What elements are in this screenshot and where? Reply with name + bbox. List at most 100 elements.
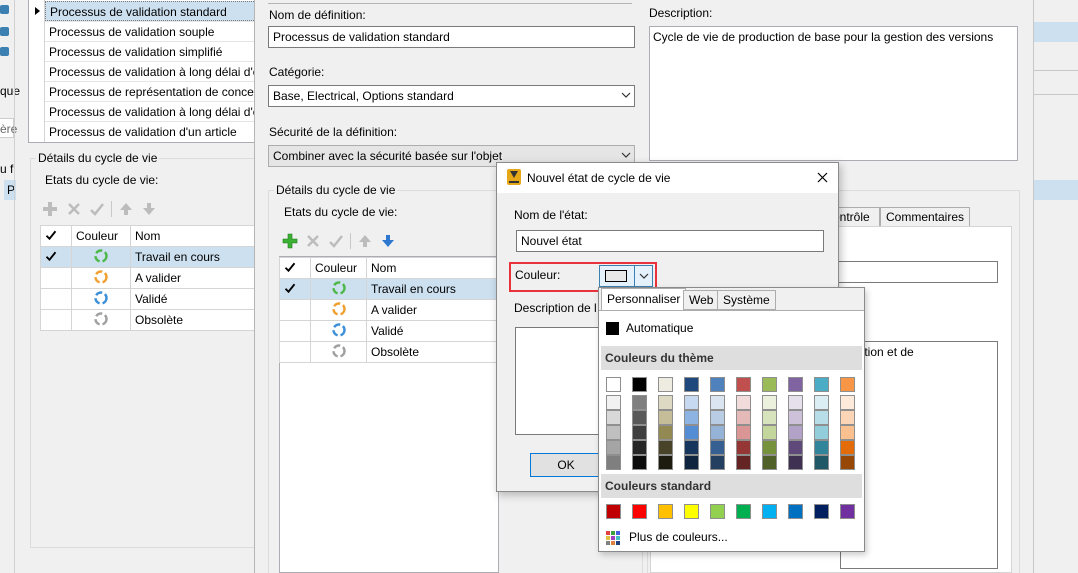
theme-shade-swatch[interactable]: [840, 425, 855, 440]
standard-color-swatch[interactable]: [606, 504, 621, 519]
standard-color-swatch[interactable]: [840, 504, 855, 519]
theme-shade-swatch[interactable]: [658, 440, 673, 455]
left-states-table[interactable]: Couleur Nom Travail en cours A valider V…: [40, 225, 256, 331]
check-icon[interactable]: [89, 201, 105, 217]
theme-shade-swatch[interactable]: [762, 410, 777, 425]
color-picker-combo[interactable]: [599, 265, 653, 287]
theme-shade-swatch[interactable]: [684, 455, 699, 470]
arrow-down-icon[interactable]: [380, 233, 396, 249]
category-combo[interactable]: Base, Electrical, Options standard: [268, 85, 635, 107]
table-row[interactable]: A valider: [40, 267, 256, 289]
theme-shade-swatch[interactable]: [632, 455, 647, 470]
theme-shade-swatch[interactable]: [606, 455, 621, 470]
table-row[interactable]: Obsolète: [279, 341, 499, 363]
standard-color-swatch[interactable]: [814, 504, 829, 519]
list-item[interactable]: Processus de représentation de concep: [45, 81, 260, 102]
theme-shade-swatch[interactable]: [736, 425, 751, 440]
list-item[interactable]: Processus de validation souple: [45, 21, 260, 42]
table-row[interactable]: Travail en cours: [279, 278, 499, 300]
center-states-table[interactable]: Couleur Nom Travail en cours A valider V…: [279, 257, 499, 363]
theme-shade-swatch[interactable]: [736, 410, 751, 425]
theme-shade-swatch[interactable]: [788, 425, 803, 440]
name-column-header[interactable]: Nom: [130, 225, 256, 247]
standard-color-swatch[interactable]: [788, 504, 803, 519]
plus-icon[interactable]: [282, 233, 298, 249]
theme-shade-swatch[interactable]: [684, 410, 699, 425]
color-column-header[interactable]: Couleur: [71, 225, 131, 247]
x-icon[interactable]: [305, 233, 321, 249]
standard-color-swatch[interactable]: [736, 504, 751, 519]
def-name-input[interactable]: Processus de validation standard: [268, 26, 635, 48]
theme-shade-swatch[interactable]: [840, 395, 855, 410]
state-description-textarea[interactable]: [515, 327, 605, 435]
theme-shade-swatch[interactable]: [788, 440, 803, 455]
table-row[interactable]: Validé: [279, 320, 499, 342]
state-name-input[interactable]: Nouvel état: [516, 230, 824, 252]
theme-color-swatch[interactable]: [710, 377, 725, 392]
theme-color-swatch[interactable]: [632, 377, 647, 392]
standard-color-swatch[interactable]: [762, 504, 777, 519]
right-input[interactable]: [830, 261, 998, 283]
theme-color-swatch[interactable]: [840, 377, 855, 392]
arrow-up-icon[interactable]: [118, 201, 134, 217]
definitions-list[interactable]: Processus de validation standard Process…: [28, 0, 260, 143]
table-row[interactable]: A valider: [279, 299, 499, 321]
theme-shade-swatch[interactable]: [762, 440, 777, 455]
theme-shade-swatch[interactable]: [606, 440, 621, 455]
theme-shade-swatch[interactable]: [762, 455, 777, 470]
list-item[interactable]: Processus de validation standard: [45, 1, 256, 21]
x-icon[interactable]: [66, 201, 82, 217]
theme-shade-swatch[interactable]: [736, 395, 751, 410]
theme-shade-swatch[interactable]: [658, 455, 673, 470]
arrow-down-icon[interactable]: [141, 201, 157, 217]
theme-shade-swatch[interactable]: [736, 440, 751, 455]
theme-shade-swatch[interactable]: [710, 425, 725, 440]
theme-shade-swatch[interactable]: [762, 395, 777, 410]
theme-shade-swatch[interactable]: [606, 395, 621, 410]
theme-shade-swatch[interactable]: [840, 410, 855, 425]
theme-shade-swatch[interactable]: [632, 425, 647, 440]
list-item[interactable]: Processus de validation simplifié: [45, 41, 260, 62]
theme-shade-swatch[interactable]: [788, 455, 803, 470]
theme-shade-swatch[interactable]: [710, 440, 725, 455]
theme-shade-swatch[interactable]: [710, 455, 725, 470]
theme-shade-swatch[interactable]: [788, 395, 803, 410]
table-row[interactable]: Travail en cours: [40, 246, 256, 268]
theme-shade-swatch[interactable]: [840, 440, 855, 455]
theme-shade-swatch[interactable]: [814, 440, 829, 455]
theme-shade-swatch[interactable]: [632, 410, 647, 425]
name-column-header[interactable]: Nom: [366, 257, 499, 279]
theme-shade-swatch[interactable]: [684, 395, 699, 410]
standard-color-swatch[interactable]: [658, 504, 673, 519]
theme-shade-swatch[interactable]: [840, 455, 855, 470]
tab-web[interactable]: Web: [683, 290, 720, 310]
check-column-header[interactable]: [40, 225, 72, 247]
theme-shade-swatch[interactable]: [710, 410, 725, 425]
check-icon[interactable]: [328, 233, 344, 249]
theme-color-swatch[interactable]: [762, 377, 777, 392]
theme-shade-swatch[interactable]: [710, 395, 725, 410]
tab-comments[interactable]: Commentaires: [880, 207, 970, 227]
ok-button[interactable]: OK: [530, 453, 602, 477]
standard-color-swatch[interactable]: [684, 504, 699, 519]
theme-shade-swatch[interactable]: [788, 410, 803, 425]
theme-shade-swatch[interactable]: [632, 440, 647, 455]
list-item[interactable]: Processus de validation d'un article: [45, 121, 260, 142]
theme-shade-swatch[interactable]: [632, 395, 647, 410]
table-row[interactable]: Validé: [40, 288, 256, 310]
tab-systeme[interactable]: Système: [717, 290, 776, 310]
theme-shade-swatch[interactable]: [684, 440, 699, 455]
theme-shade-swatch[interactable]: [606, 410, 621, 425]
theme-shade-swatch[interactable]: [658, 395, 673, 410]
theme-color-swatch[interactable]: [658, 377, 673, 392]
theme-shade-swatch[interactable]: [658, 410, 673, 425]
theme-color-swatch[interactable]: [788, 377, 803, 392]
check-column-header[interactable]: [279, 257, 311, 279]
theme-shade-swatch[interactable]: [684, 425, 699, 440]
theme-shade-swatch[interactable]: [814, 410, 829, 425]
table-row[interactable]: Obsolète: [40, 309, 256, 331]
theme-shade-swatch[interactable]: [814, 425, 829, 440]
theme-shade-swatch[interactable]: [814, 395, 829, 410]
list-item[interactable]: Processus de validation à long délai d'e: [45, 101, 260, 122]
theme-shade-swatch[interactable]: [814, 455, 829, 470]
